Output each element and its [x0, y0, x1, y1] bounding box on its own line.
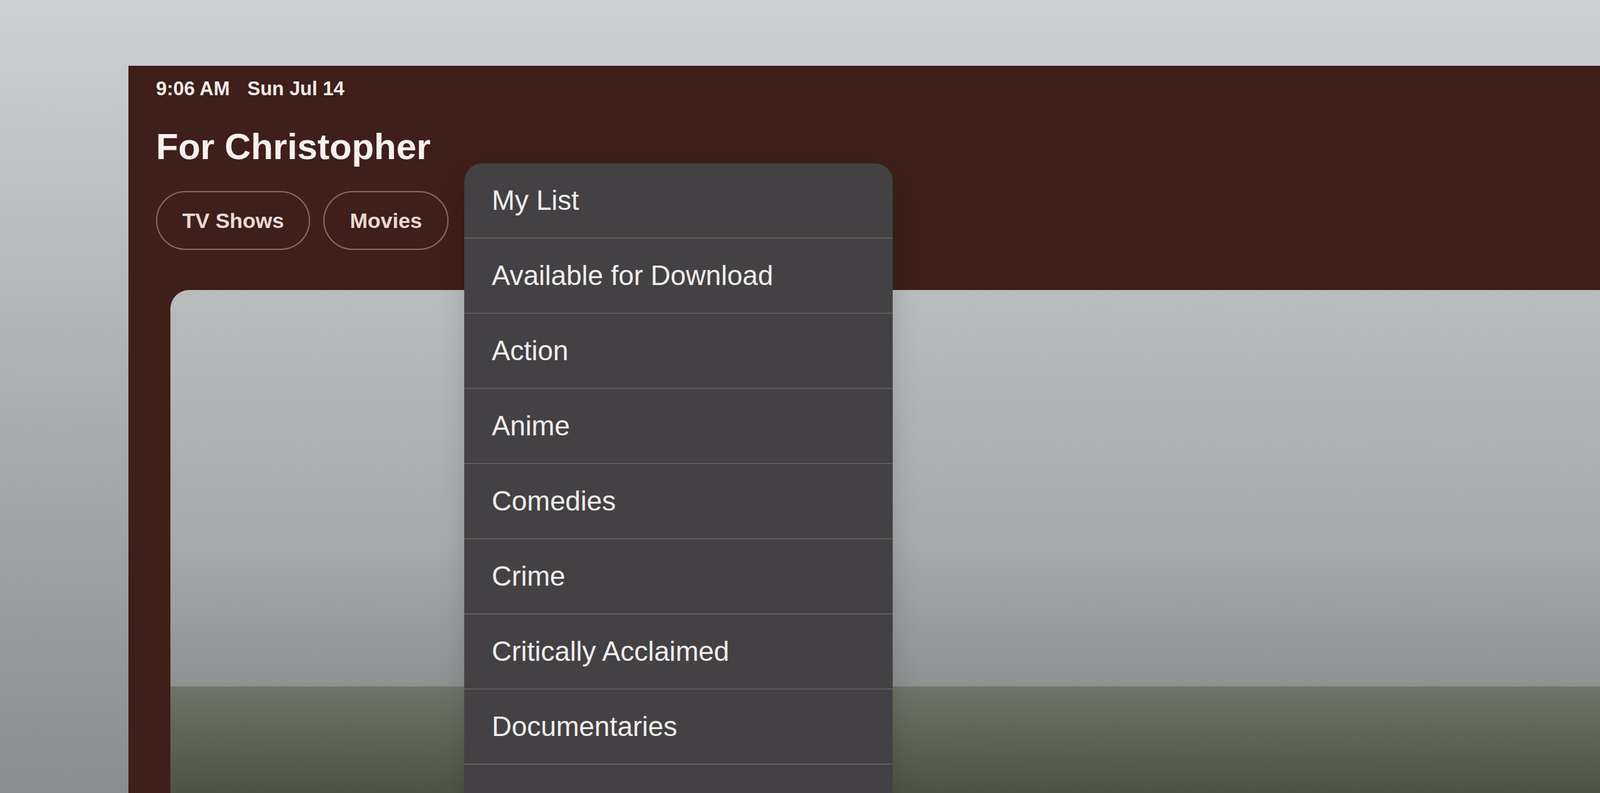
menu-item[interactable]: My List	[464, 163, 893, 239]
app-panel: 9:06 AM Sun Jul 14 For Christopher TV Shows…	[128, 65, 1600, 793]
filter-pill[interactable]: Movies	[323, 191, 448, 250]
menu-item[interactable]: Critically Acclaimed	[464, 614, 893, 690]
screen: 9:06 AM Sun Jul 14 For Christopher TV Shows…	[0, 0, 1600, 793]
menu-item[interactable]: Crime	[464, 539, 893, 615]
menu-item-partial[interactable]	[464, 764, 893, 793]
page-title: For Christopher	[128, 126, 1600, 167]
menu-item[interactable]: Comedies	[464, 464, 893, 540]
category-menu: My ListAvailable for DownloadActionAnime…	[464, 163, 893, 793]
status-bar: 9:06 AM Sun Jul 14	[128, 74, 1600, 104]
menu-item[interactable]: Available for Download	[464, 238, 893, 314]
menu-item[interactable]: Anime	[464, 389, 893, 465]
status-time: 9:06 AM	[155, 74, 230, 104]
status-date: Sun Jul 14	[247, 74, 345, 104]
menu-item[interactable]: Documentaries	[464, 689, 893, 765]
menu-item[interactable]: Action	[464, 313, 893, 390]
filter-pill[interactable]: TV Shows	[155, 191, 311, 250]
